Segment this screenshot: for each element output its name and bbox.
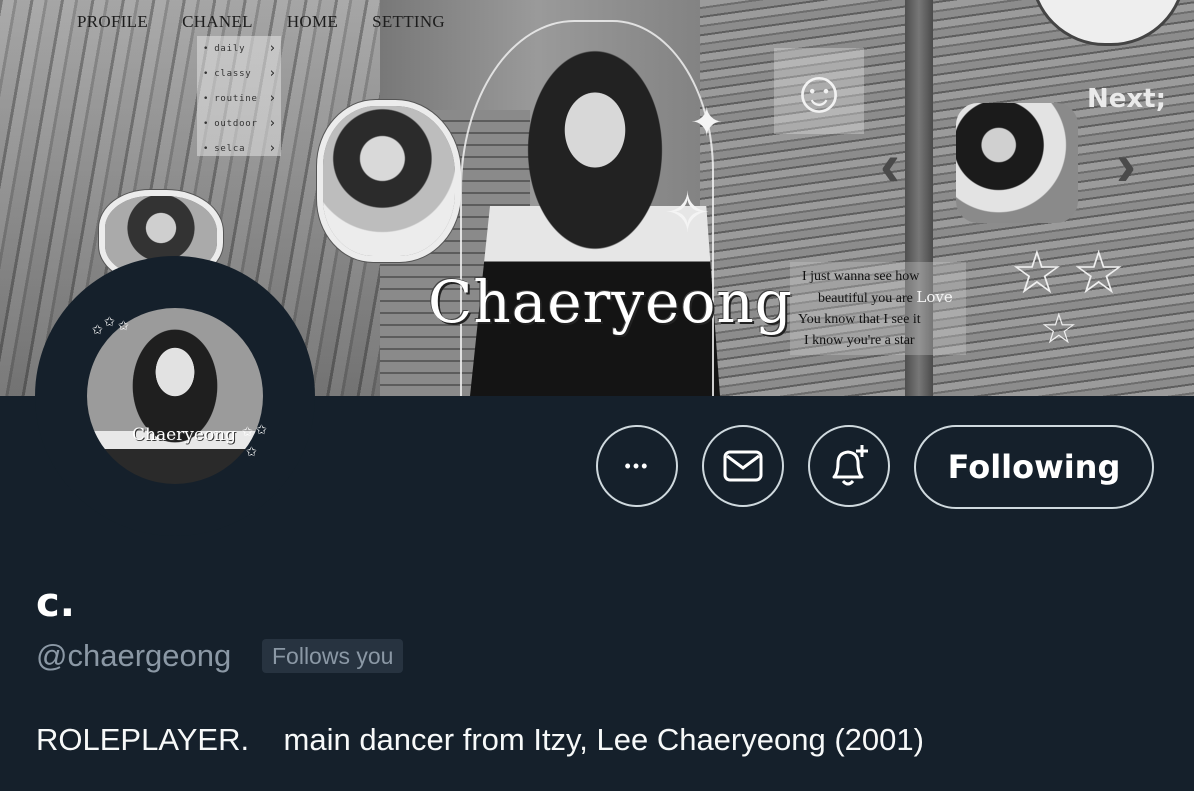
notification-bell-plus-icon <box>832 445 868 486</box>
follows-you-badge: Follows you <box>262 639 404 673</box>
nav-setting: SETTING <box>372 12 446 31</box>
banner-nav: PROFILE CHANEL HOME SETTING <box>77 12 445 32</box>
nav-profile: PROFILE <box>77 12 149 31</box>
sparkle-icon: ✦ <box>690 101 724 145</box>
star-icon: ☆ <box>1071 239 1126 306</box>
lyrics-love: Love <box>916 288 953 306</box>
star-icon: ✩ <box>242 424 253 439</box>
submenu-item: • outdoor <box>197 111 281 136</box>
chevron-left-icon: ‹ <box>880 131 900 198</box>
submenu-item: • routine <box>197 86 281 111</box>
star-icon: ✩ <box>256 422 267 437</box>
display-name: c. <box>36 580 75 626</box>
chevron-right-icon: › <box>1116 131 1136 198</box>
sparkle-icon: ✧ <box>664 181 711 244</box>
following-button[interactable]: Following <box>914 425 1154 509</box>
submenu-item: • daily <box>197 36 281 61</box>
lyrics-line: I just wanna see how <box>802 269 920 284</box>
star-icon: ✩ <box>246 444 257 459</box>
lyrics-line: beautiful you are <box>818 291 913 306</box>
submenu-item: • classy <box>197 61 281 86</box>
more-button[interactable]: ••• <box>596 425 678 507</box>
avatar[interactable] <box>87 308 263 484</box>
more-icon: ••• <box>624 455 650 476</box>
profile-bio: ROLEPLAYER. main dancer from Itzy, Lee C… <box>36 722 924 757</box>
submenu-item: • selca <box>197 136 281 161</box>
banner-photo-flower <box>323 106 455 256</box>
lyrics-line: I know you're a star <box>804 333 915 348</box>
user-handle: @chaergeong <box>36 638 232 673</box>
banner-thumbnail <box>956 103 1078 223</box>
nav-home: HOME <box>286 12 339 31</box>
lyrics-line: You know that I see it <box>798 312 921 327</box>
smiley-icon: ☺ <box>774 48 864 134</box>
nav-chanel: CHANEL <box>182 12 253 31</box>
avatar-caption: Chaeryeong <box>132 425 237 445</box>
star-icon: ☆ <box>1040 305 1078 352</box>
star-icon: ✩ <box>118 318 129 333</box>
notifications-button[interactable] <box>808 425 890 507</box>
lyrics-box: I just wanna see how beautiful you are L… <box>790 262 966 355</box>
star-doodles: ☆ ☆ ☆ <box>1010 243 1126 354</box>
banner-title: Chaeryeong <box>428 268 793 336</box>
message-button[interactable] <box>702 425 784 507</box>
star-icon: ☆ <box>1010 239 1064 306</box>
mail-icon <box>723 450 763 482</box>
banner-submenu: •daily •classy •routine •outdoor •selca <box>197 36 281 156</box>
star-icon: ✩ <box>92 322 103 337</box>
star-icon: ✩ <box>104 314 115 329</box>
next-label: Next; <box>1087 84 1166 114</box>
